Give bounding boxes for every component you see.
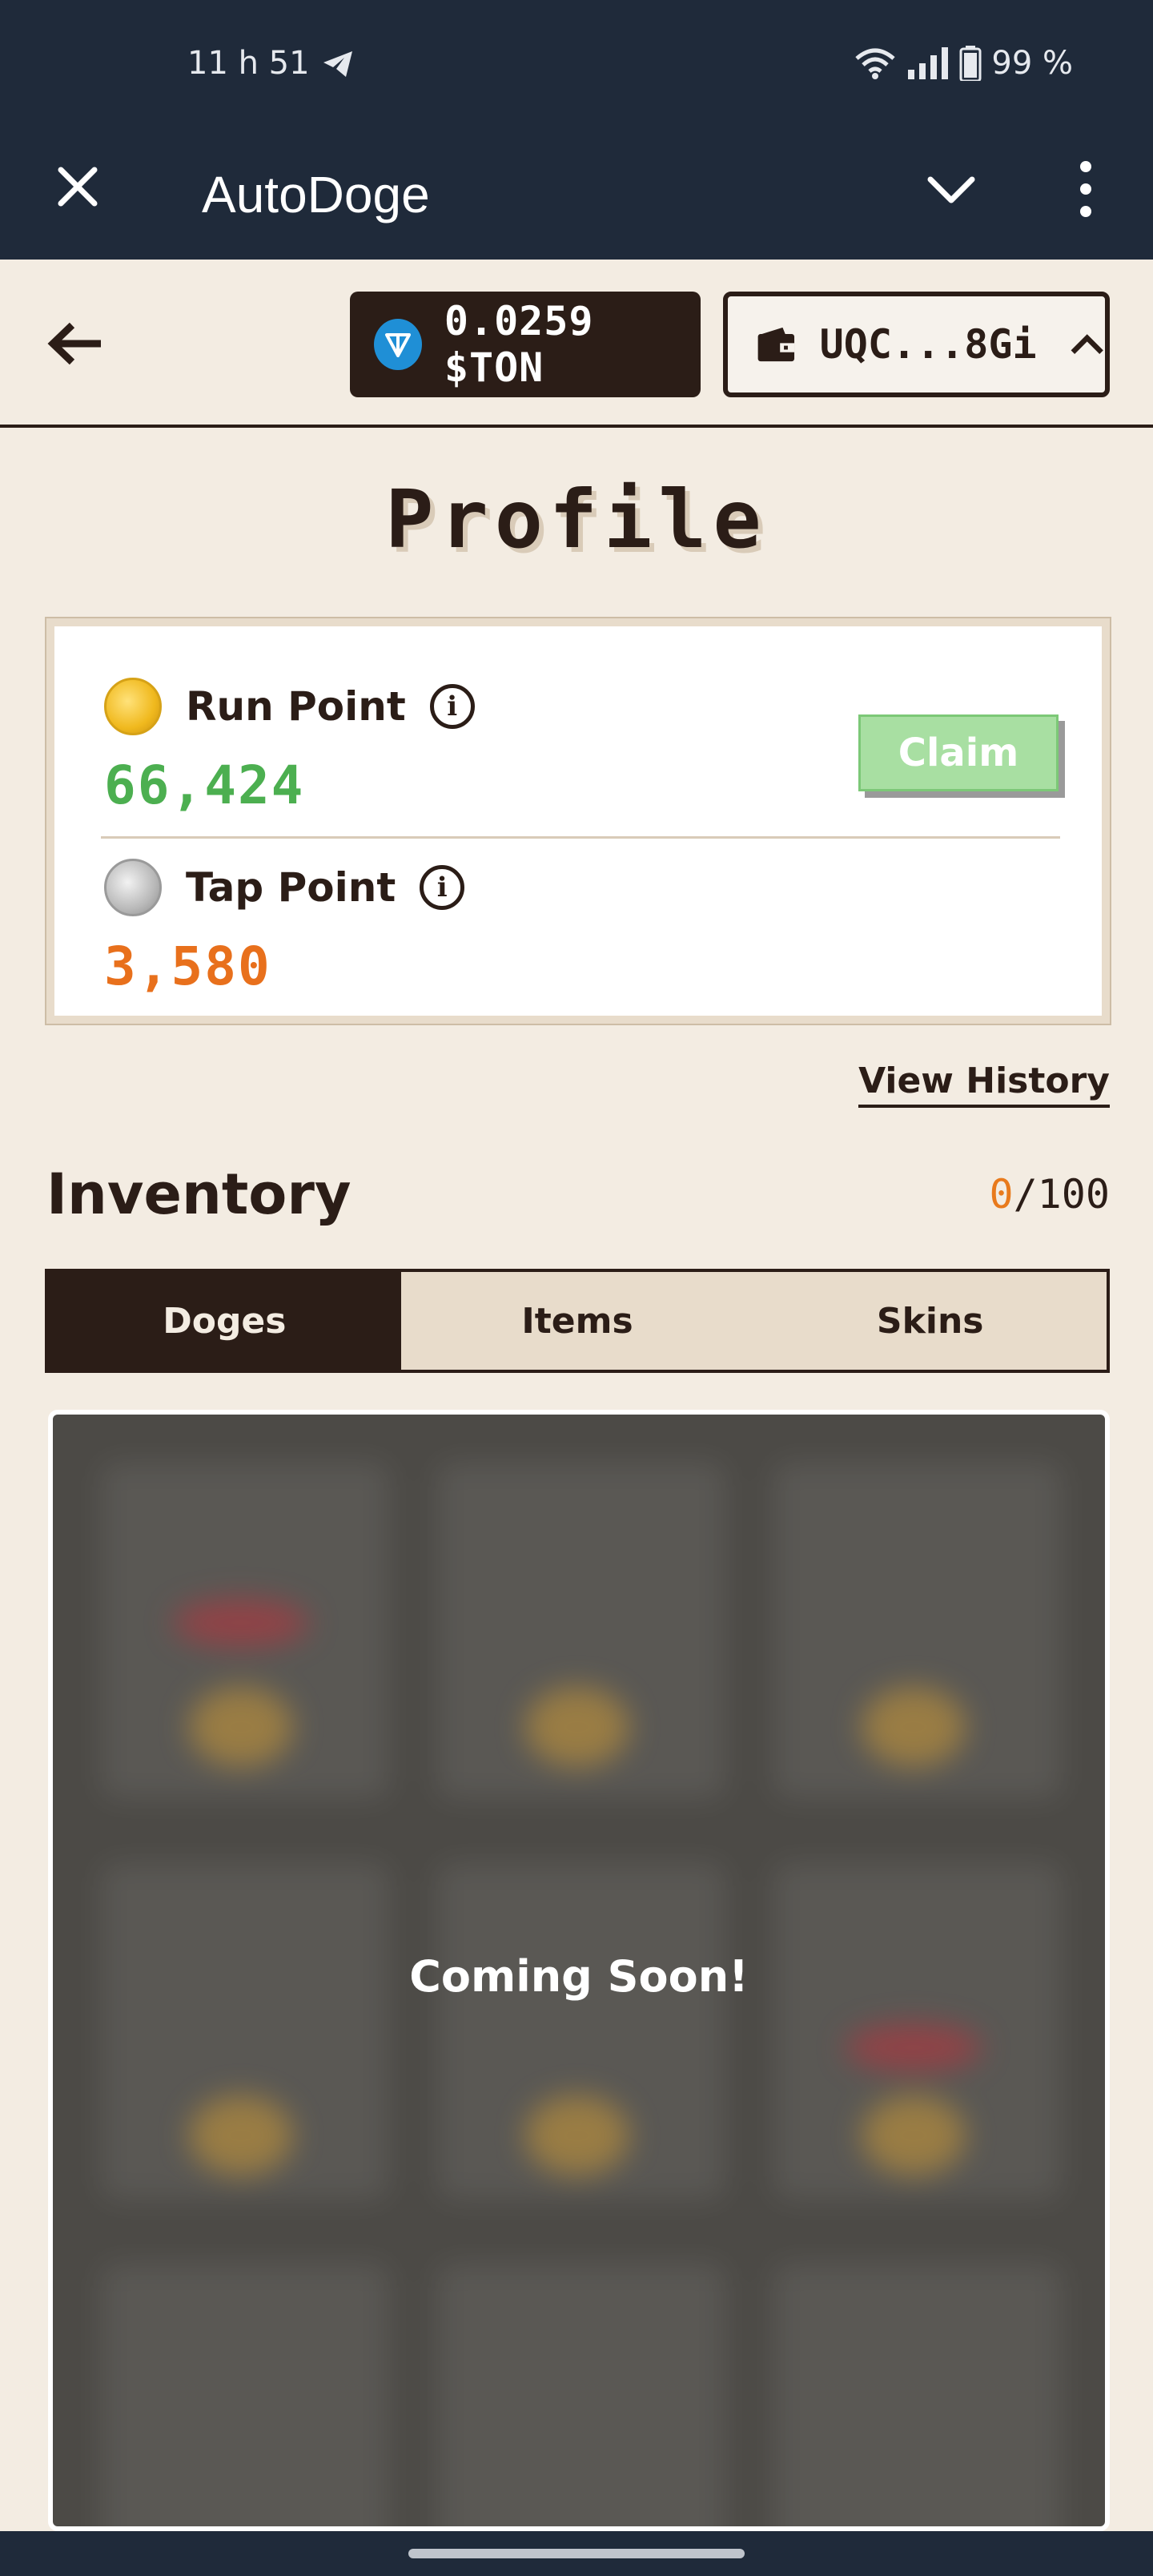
inventory-grid-locked: Coming Soon! [48, 1410, 1110, 2531]
arrow-left-icon[interactable] [45, 316, 109, 372]
app-bar: AutoDoge [0, 128, 1153, 260]
points-card: Run Point i 66,424 Claim Tap Point i 3,5… [45, 617, 1111, 1025]
wifi-icon [855, 48, 896, 79]
view-history-link[interactable]: View History [858, 1061, 1110, 1108]
chevron-down-icon[interactable] [922, 160, 980, 218]
tap-point-header: Tap Point i [104, 859, 465, 916]
tab-skins[interactable]: Skins [753, 1272, 1107, 1370]
app-title: AutoDoge [202, 166, 430, 223]
ton-balance-button[interactable]: 0.0259 $TON [350, 292, 701, 397]
ton-balance: 0.0259 $TON [444, 298, 594, 391]
status-time: 11 h 51 [187, 45, 310, 82]
inventory-tabs: Doges Items Skins [45, 1269, 1110, 1373]
home-handle[interactable] [408, 2549, 745, 2558]
run-point-value: 66,424 [104, 755, 305, 816]
wallet-address-button[interactable]: UQC...8Gi [723, 292, 1110, 397]
more-vertical-icon[interactable] [1065, 157, 1107, 221]
run-point-label: Run Point [186, 683, 406, 730]
divider [101, 836, 1060, 839]
tap-point-value: 3,580 [104, 936, 271, 997]
run-point-header: Run Point i [104, 678, 475, 735]
silver-coin-icon [104, 859, 162, 916]
battery-icon [959, 46, 982, 81]
top-nav: 0.0259 $TON UQC...8Gi [0, 260, 1153, 428]
telegram-icon [323, 51, 352, 77]
signal-icon [908, 47, 949, 79]
tab-doges[interactable]: Doges [48, 1272, 401, 1370]
info-icon[interactable]: i [420, 865, 465, 910]
status-right: 99 % [854, 45, 1073, 82]
close-icon[interactable] [50, 159, 106, 215]
page-title: Profile [385, 473, 768, 566]
coming-soon-label: Coming Soon! [409, 1951, 749, 2002]
inventory-used: 0 [989, 1171, 1014, 1218]
wallet-address: UQC...8Gi [819, 321, 1037, 368]
ton-logo-icon [374, 319, 422, 370]
inventory-title: Inventory [46, 1161, 352, 1227]
wallet-icon [757, 327, 795, 362]
info-icon[interactable]: i [429, 684, 475, 729]
gold-coin-icon [104, 678, 162, 735]
battery-level: 99 % [991, 45, 1073, 82]
system-nav-bar [0, 2531, 1153, 2576]
chevron-up-icon [1071, 334, 1103, 355]
claim-button[interactable]: Claim [858, 714, 1059, 791]
status-bar: 11 h 51 99 % [0, 0, 1153, 128]
tap-point-label: Tap Point [186, 864, 396, 911]
inventory-capacity: /100 [1013, 1171, 1110, 1218]
inventory-count: 0/100 [989, 1171, 1110, 1218]
tab-items[interactable]: Items [400, 1272, 754, 1370]
